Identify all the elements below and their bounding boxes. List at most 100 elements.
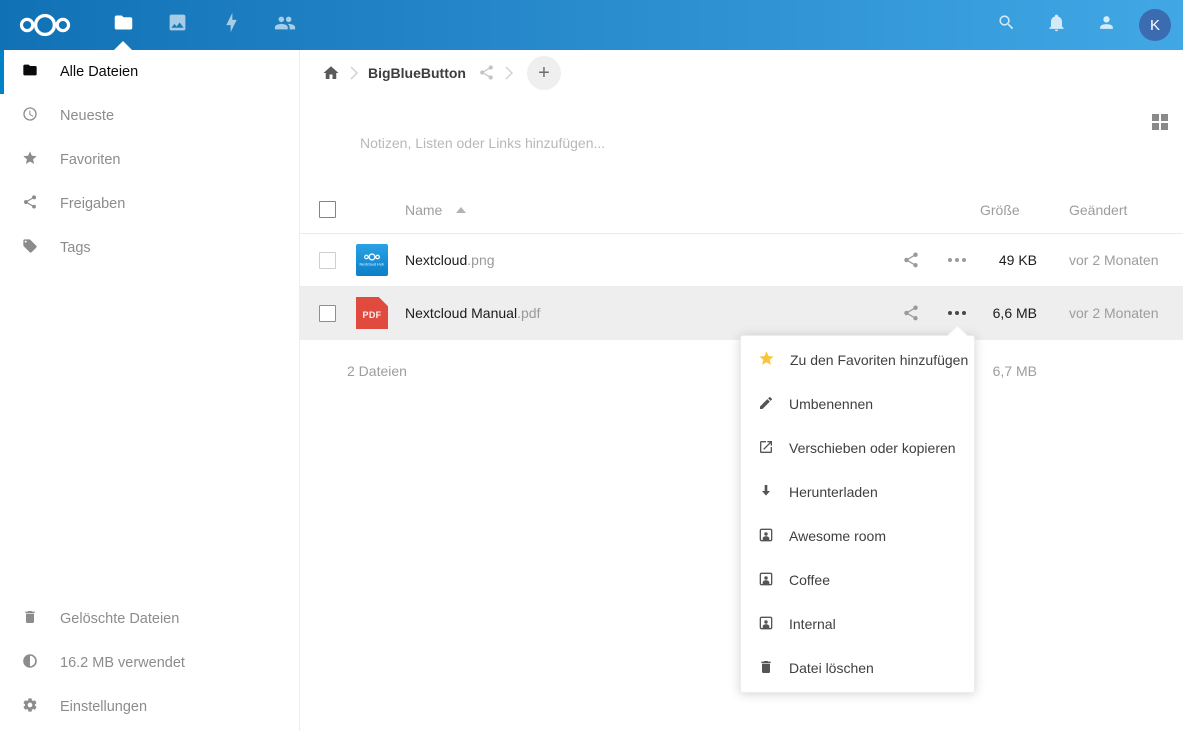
sidebar-item-label: Alle Dateien <box>60 64 138 80</box>
folder-icon <box>113 12 134 38</box>
lightning-icon <box>221 12 242 38</box>
breadcrumb-share-icon[interactable] <box>478 64 495 81</box>
user-avatar[interactable]: K <box>1139 9 1171 41</box>
file-row-nextcloud-png[interactable]: Nextcloud Hub Nextcloud .png 49 KB vor 2 <box>300 234 1183 287</box>
file-size: 6,6 MB <box>980 305 1037 321</box>
file-name: Nextcloud Manual <box>405 305 517 321</box>
nextcloud-image-thumbnail-icon: Nextcloud Hub <box>356 244 388 276</box>
sidebar-item-settings[interactable]: Einstellungen <box>0 685 299 729</box>
thumbnail-caption: Nextcloud Hub <box>360 263 384 267</box>
sidebar-item-label: Neueste <box>60 108 114 124</box>
menu-item-room-coffee[interactable]: Coffee <box>741 558 974 602</box>
menu-item-delete-file[interactable]: Datei löschen <box>741 646 974 690</box>
breadcrumb: BigBlueButton + <box>300 50 1183 95</box>
folder-icon <box>22 62 38 82</box>
clock-icon <box>22 106 38 126</box>
person-icon <box>1097 13 1116 37</box>
sidebar-item-label: Favoriten <box>60 152 120 168</box>
star-icon <box>758 350 775 370</box>
breadcrumb-folder[interactable]: BigBlueButton <box>368 65 466 81</box>
sidebar-item-label: Gelöschte Dateien <box>60 611 179 627</box>
chevron-right-icon <box>350 65 358 81</box>
quota-pie-icon <box>22 653 38 673</box>
pencil-icon <box>758 395 774 414</box>
chevron-right-icon <box>505 65 513 81</box>
sidebar-item-label: Einstellungen <box>60 699 147 715</box>
pdf-badge: PDF <box>363 310 382 320</box>
bell-icon <box>1047 13 1066 37</box>
menu-item-room-internal[interactable]: Internal <box>741 602 974 646</box>
trash-icon <box>22 609 38 629</box>
select-all-checkbox[interactable] <box>319 201 336 218</box>
trash-icon <box>758 659 774 678</box>
quota-label: 16.2 MB verwendet <box>60 655 185 671</box>
sidebar-item-favorites[interactable]: Favoriten <box>0 138 299 182</box>
column-header-size[interactable]: Größe <box>980 202 1037 218</box>
add-new-button[interactable]: + <box>527 56 561 90</box>
row-share-icon[interactable] <box>888 304 934 322</box>
menu-item-label: Zu den Favoriten hinzufügen <box>790 352 968 368</box>
column-header-modified[interactable]: Geändert <box>1069 202 1183 218</box>
file-extension: .png <box>467 252 494 268</box>
app-navigation <box>96 0 312 50</box>
star-icon <box>22 150 38 170</box>
workspace-placeholder: Notizen, Listen oder Links hinzufügen... <box>360 135 605 151</box>
sidebar-item-deleted-files[interactable]: Gelöschte Dateien <box>0 597 299 641</box>
sidebar-footer: Gelöschte Dateien 16.2 MB verwendet Eins… <box>0 597 299 731</box>
menu-item-add-to-favorites[interactable]: Zu den Favoriten hinzufügen <box>741 338 974 382</box>
app-photos-button[interactable] <box>150 0 204 50</box>
menu-item-label: Umbenennen <box>789 396 873 412</box>
sidebar-item-all-files[interactable]: Alle Dateien <box>0 50 299 94</box>
menu-item-download[interactable]: Herunterladen <box>741 470 974 514</box>
rich-workspace[interactable]: Notizen, Listen oder Links hinzufügen... <box>300 95 1183 186</box>
file-extension: .pdf <box>517 305 540 321</box>
app-files-button[interactable] <box>96 0 150 50</box>
file-row-nextcloud-manual-pdf[interactable]: PDF Nextcloud Manual .pdf 6,6 MB vor 2 M <box>300 287 1183 340</box>
file-count: 2 Dateien <box>347 363 407 379</box>
top-bar: K <box>0 0 1183 50</box>
menu-item-label: Verschieben oder kopieren <box>789 440 956 456</box>
app-contacts-button[interactable] <box>258 0 312 50</box>
home-icon[interactable] <box>322 64 340 82</box>
row-actions-menu-icon[interactable] <box>934 311 980 315</box>
room-person-icon <box>758 527 774 546</box>
download-arrow-icon <box>758 483 774 502</box>
menu-item-move-or-copy[interactable]: Verschieben oder kopieren <box>741 426 974 470</box>
menu-item-room-awesome-room[interactable]: Awesome room <box>741 514 974 558</box>
row-actions-menu-icon[interactable] <box>934 258 980 262</box>
file-size: 49 KB <box>980 252 1037 268</box>
nextcloud-window: K Alle Dateien Neueste Favoriten <box>0 0 1183 731</box>
menu-item-rename[interactable]: Umbenennen <box>741 382 974 426</box>
pdf-file-icon: PDF <box>356 297 388 329</box>
notifications-button[interactable] <box>1031 0 1081 50</box>
column-header-name[interactable]: Name <box>398 202 888 218</box>
file-modified: vor 2 Monaten <box>1069 252 1183 268</box>
sidebar-item-shares[interactable]: Freigaben <box>0 182 299 226</box>
file-actions-context-menu: Zu den Favoriten hinzufügen Umbenennen V… <box>740 335 975 693</box>
tag-icon <box>22 238 38 258</box>
sidebar-item-quota: 16.2 MB verwendet <box>0 641 299 685</box>
file-name: Nextcloud <box>405 252 467 268</box>
row-checkbox[interactable] <box>319 305 336 322</box>
menu-item-label: Datei löschen <box>789 660 874 676</box>
app-activity-button[interactable] <box>204 0 258 50</box>
people-icon <box>274 12 296 39</box>
nextcloud-logo-icon[interactable] <box>14 9 78 41</box>
sort-ascending-icon <box>456 207 466 213</box>
image-icon <box>167 12 188 38</box>
move-external-icon <box>758 439 774 458</box>
sidebar: Alle Dateien Neueste Favoriten Freigaben <box>0 50 300 731</box>
contacts-menu-button[interactable] <box>1081 0 1131 50</box>
table-header-row: Name Größe Geändert <box>300 186 1183 234</box>
sidebar-item-recent[interactable]: Neueste <box>0 94 299 138</box>
file-modified: vor 2 Monaten <box>1069 305 1183 321</box>
sidebar-item-label: Freigaben <box>60 196 125 212</box>
total-size: 6,7 MB <box>980 363 1037 379</box>
sidebar-item-tags[interactable]: Tags <box>0 226 299 270</box>
sidebar-item-label: Tags <box>60 240 91 256</box>
menu-item-label: Awesome room <box>789 528 886 544</box>
row-share-icon[interactable] <box>888 251 934 269</box>
row-checkbox[interactable] <box>319 252 336 269</box>
gear-icon <box>22 697 38 717</box>
search-button[interactable] <box>981 0 1031 50</box>
